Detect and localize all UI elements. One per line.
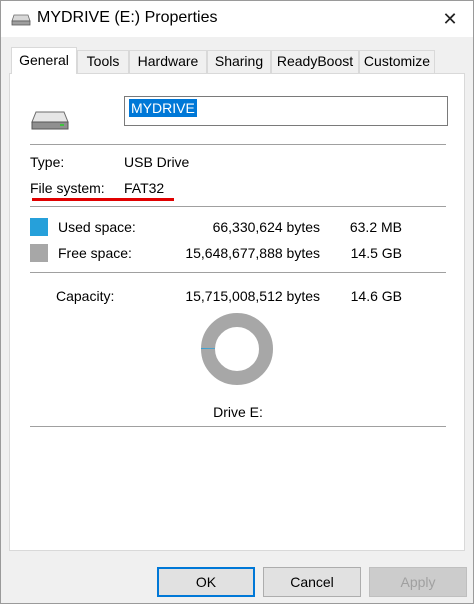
used-space-label: Used space:: [58, 219, 136, 235]
tab-tools[interactable]: Tools: [77, 50, 129, 73]
free-space-swatch: [30, 244, 48, 262]
separator: [30, 426, 446, 427]
used-space-swatch: [30, 218, 48, 236]
tab-sharing[interactable]: Sharing: [207, 50, 271, 73]
ok-button[interactable]: OK: [157, 567, 255, 597]
separator: [30, 206, 446, 207]
free-space-bytes: 15,648,677,888 bytes: [185, 245, 320, 261]
free-space-label: Free space:: [58, 245, 132, 261]
drive-caption: Drive E:: [213, 404, 263, 420]
usage-donut-chart: [201, 313, 273, 385]
window-title: MYDRIVE (E:) Properties: [37, 9, 218, 26]
free-space-ring: [201, 313, 273, 385]
used-space-bytes: 66,330,624 bytes: [212, 219, 320, 235]
apply-button[interactable]: Apply: [369, 567, 467, 597]
tab-readyboost[interactable]: ReadyBoost: [271, 50, 359, 73]
close-icon: ✕: [442, 8, 458, 29]
close-button[interactable]: ✕: [427, 1, 473, 37]
tab-general[interactable]: General: [11, 47, 77, 74]
properties-window: MYDRIVE (E:) Properties ✕ General Tools …: [0, 0, 474, 604]
separator: [30, 272, 446, 273]
tab-customize[interactable]: Customize: [359, 50, 435, 73]
capacity-size: 14.6 GB: [350, 288, 402, 304]
drive-icon: [11, 14, 31, 26]
capacity-bytes: 15,715,008,512 bytes: [185, 288, 320, 304]
title-bar[interactable]: MYDRIVE (E:) Properties ✕: [1, 1, 473, 37]
cancel-button[interactable]: Cancel: [263, 567, 361, 597]
separator: [30, 144, 446, 145]
file-system-label: File system:: [30, 180, 105, 196]
used-space-size: 63.2 MB: [349, 219, 402, 235]
general-panel: MYDRIVE Type: USB Drive File system: FAT…: [9, 73, 465, 551]
tab-strip: General Tools Hardware Sharing ReadyBoos…: [9, 47, 469, 74]
usb-drive-icon: [31, 111, 69, 130]
type-value: USB Drive: [124, 154, 190, 170]
type-label: Type:: [30, 154, 65, 170]
annotation-underline: [32, 198, 174, 201]
free-space-size: 14.5 GB: [350, 245, 402, 261]
drive-name-text: MYDRIVE: [129, 99, 197, 117]
capacity-label: Capacity:: [56, 288, 115, 304]
tab-hardware[interactable]: Hardware: [129, 50, 207, 73]
drive-name-input[interactable]: MYDRIVE: [124, 96, 448, 126]
file-system-value: FAT32: [124, 180, 165, 196]
